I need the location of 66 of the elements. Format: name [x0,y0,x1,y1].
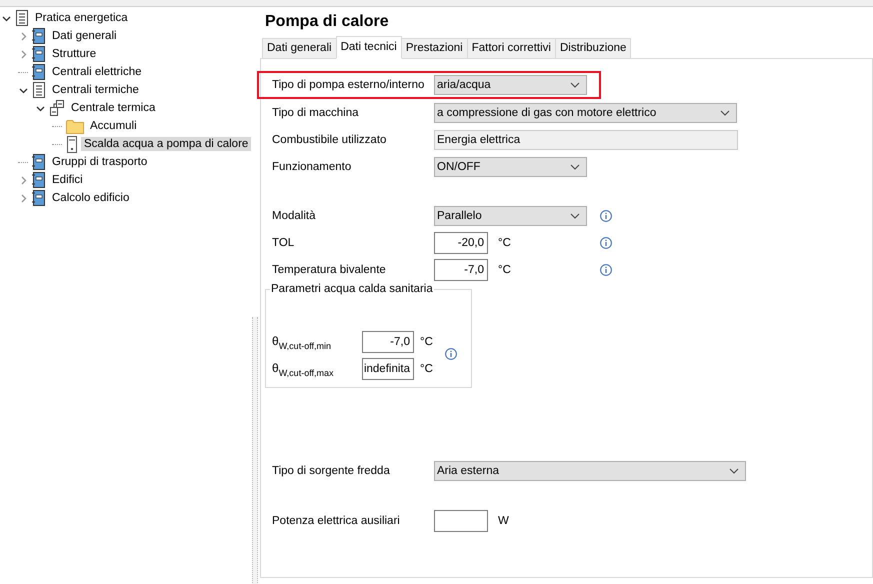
module-icon [32,28,46,44]
field-label: θ$_{W,cut-off,min}$ [272,334,332,350]
unit-label: °C [420,363,433,375]
field-label: Temperatura bivalente [272,264,387,276]
field-label: Combustibile utilizzato [272,134,388,146]
unit-label: °C [498,237,511,249]
tree-item[interactable]: Pratica energetica [32,11,131,25]
input-field[interactable]: -7,0 [362,331,414,353]
field-label: TOL [272,237,296,249]
input-field[interactable]: -20,0 [434,232,488,254]
document-icon [32,82,46,98]
tree-item[interactable]: Calcolo edificio [49,191,132,205]
field-label: Tipo di sorgente fredda [272,465,391,477]
panel-title: Pompa di calore [265,13,390,32]
group-title: Parametri acqua calda sanitaria [270,283,434,295]
chevron-down-icon [729,468,739,474]
tree-item[interactable]: Accumuli [87,119,140,133]
document-icon [15,10,29,26]
device-icon [66,136,78,152]
input-field[interactable]: -7,0 [434,259,488,281]
chevron-down-icon [720,110,730,116]
module-icon [32,190,46,206]
dropdown[interactable]: Aria esterna [434,461,746,481]
module-icon [32,46,46,62]
dropdown[interactable]: ON/OFF [434,157,587,177]
tab[interactable]: Fattori correttivi [466,38,556,58]
chevron-down-icon[interactable] [2,14,10,22]
tab[interactable]: Distribuzione [554,38,632,58]
dropdown[interactable]: aria/acqua [434,75,587,95]
field-label: Modalità [272,210,316,222]
input-field[interactable]: indefinita [362,358,414,380]
tree-item[interactable]: Strutture [49,47,100,61]
dropdown[interactable]: Parallelo [434,206,587,226]
tab[interactable]: Dati tecnici [336,36,402,59]
unit-label: W [498,515,509,527]
info-icon[interactable] [600,210,612,222]
field-label: Tipo di pompa esterno/interno [272,79,426,91]
chevron-down-icon [570,213,580,219]
tab[interactable]: Dati generali [262,38,337,58]
info-icon[interactable] [600,264,612,276]
chevron-down-icon [570,164,580,170]
folder-icon [66,118,84,134]
tree-item[interactable]: Centrali elettriche [49,65,144,79]
tree-item[interactable]: Gruppi di trasporto [49,155,150,169]
info-icon[interactable] [444,348,457,360]
input-field[interactable] [434,510,488,532]
network-icon [49,100,65,116]
module-icon [32,154,46,170]
tree-item[interactable]: Centrali termiche [49,83,142,97]
module-icon [32,64,46,80]
field-label: Tipo di macchina [272,107,360,119]
module-icon [32,172,46,188]
tree-item[interactable]: Centrale termica [68,101,158,115]
info-icon[interactable] [600,237,612,249]
tree-item[interactable]: Edifici [49,173,86,187]
readonly-field: Energia elettrica [434,130,738,150]
tab[interactable]: Prestazioni [400,38,468,58]
unit-label: °C [498,264,511,276]
tree-item[interactable]: Scalda acqua a pompa di calore [81,137,252,151]
chevron-down-icon [570,82,580,88]
field-label: Potenza elettrica ausiliari [272,515,401,527]
dropdown[interactable]: a compressione di gas con motore elettrico [434,103,737,123]
field-label: Funzionamento [272,161,352,173]
unit-label: °C [420,336,433,348]
field-label: θ$_{W,cut-off,max}$ [272,360,335,378]
tree-item[interactable]: Dati generali [49,29,120,43]
